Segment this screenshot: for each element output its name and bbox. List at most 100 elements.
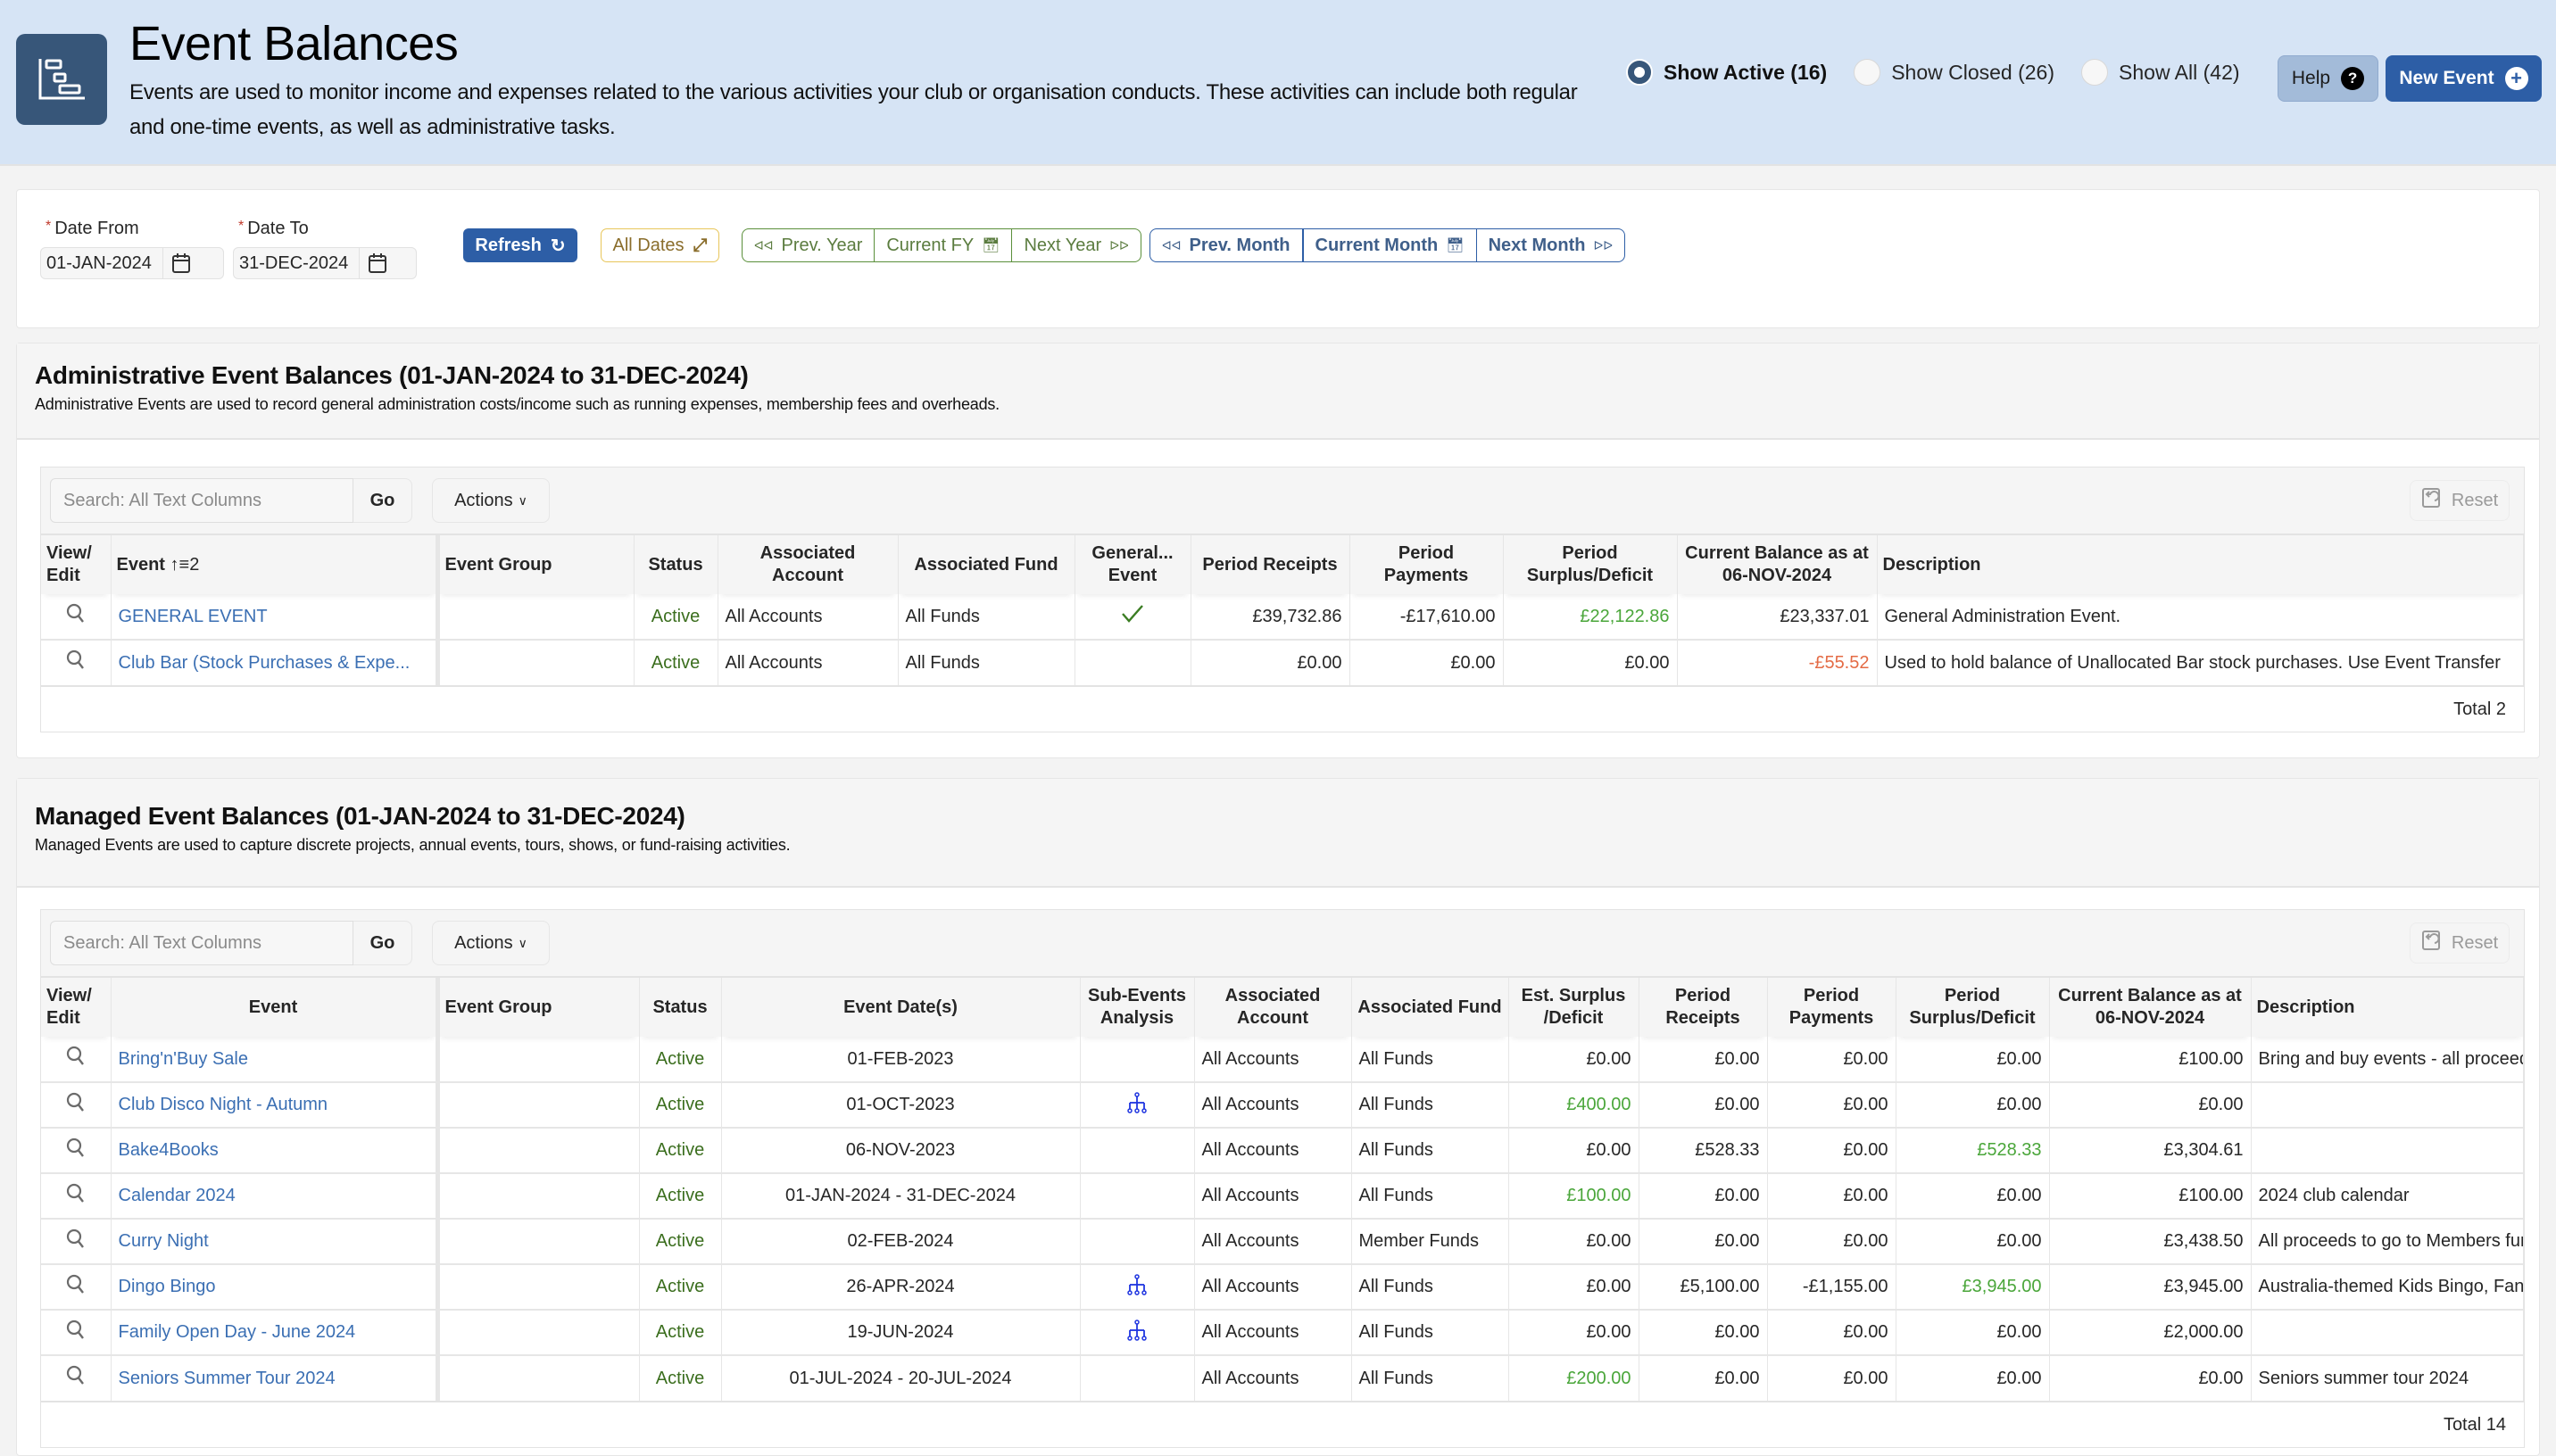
event-link[interactable]: Bake4Books <box>111 1127 440 1173</box>
col-header-associated-account[interactable]: Associated Account <box>1194 978 1352 1037</box>
table-row: Curry Night Active 02-FEB-2024 All Accounts… <box>41 1218 2524 1264</box>
current-fy-button[interactable]: Current FY 📅︎ <box>874 229 1011 261</box>
col-header-period-payments[interactable]: Period Payments <box>1349 535 1504 594</box>
magnifier-icon[interactable] <box>66 1365 86 1391</box>
col-header-associated-account[interactable]: Associated Account <box>718 535 899 594</box>
event-link[interactable]: Family Open Day - June 2024 <box>111 1309 440 1355</box>
col-header-current-balance[interactable]: Current Balance as at 06-NOV-2024 <box>1677 535 1878 594</box>
date-from-label: * Date From <box>46 219 139 238</box>
status-cell: Active <box>639 1354 722 1401</box>
col-header-period-surplus[interactable]: Period Surplus/Deficit <box>1503 535 1678 594</box>
event-link[interactable]: Bring'n'Buy Sale <box>111 1037 440 1082</box>
col-header-status[interactable]: Status <box>634 535 718 594</box>
current-month-button[interactable]: Current Month 📅︎ <box>1302 229 1476 261</box>
hierarchy-tree-icon[interactable] <box>1127 1091 1147 1118</box>
table-row: Seniors Summer Tour 2024 Active 01-JUL-202… <box>41 1354 2524 1401</box>
col-header-description[interactable]: Description <box>2251 978 2524 1037</box>
event-dates-cell: 01-FEB-2023 <box>721 1037 1081 1082</box>
hierarchy-tree-icon[interactable] <box>1127 1273 1147 1300</box>
magnifier-icon[interactable] <box>66 1274 86 1300</box>
est-surplus-cell: £0.00 <box>1508 1218 1639 1264</box>
col-header-general-event[interactable]: General... Event <box>1075 535 1191 594</box>
status-cell: Active <box>639 1309 722 1355</box>
calendar-icon[interactable] <box>360 252 395 274</box>
col-header-current-balance[interactable]: Current Balance as at 06-NOV-2024 <box>2049 978 2252 1037</box>
event-link[interactable]: GENERAL EVENT <box>111 594 440 640</box>
associated-account-cell: All Accounts <box>1194 1263 1352 1310</box>
radio-button-icon[interactable] <box>2081 59 2109 86</box>
col-header-view-edit[interactable]: View/ Edit <box>41 978 112 1037</box>
date-to-input[interactable]: 31-DEC-2024 <box>234 248 361 278</box>
col-header-sub-events-analysis[interactable]: Sub-Events Analysis <box>1080 978 1195 1037</box>
col-header-period-receipts[interactable]: Period Receipts <box>1639 978 1768 1037</box>
table-row: Bring'n'Buy Sale Active 01-FEB-2023 All Acc… <box>41 1037 2524 1082</box>
go-button[interactable]: Go <box>353 921 412 965</box>
hierarchy-tree-icon[interactable] <box>1127 1319 1147 1345</box>
search-input[interactable]: Search: All Text Columns <box>50 478 353 523</box>
reset-button[interactable]: Reset <box>2410 922 2510 964</box>
col-header-event[interactable]: Event <box>111 978 440 1037</box>
magnifier-icon[interactable] <box>66 603 86 629</box>
magnifier-icon[interactable] <box>66 1183 86 1209</box>
next-month-button[interactable]: Next Month ᐅᐅ <box>1475 229 1624 261</box>
event-link[interactable]: Club Bar (Stock Purchases & Expe... <box>111 639 440 685</box>
search-input[interactable]: Search: All Text Columns <box>50 921 353 965</box>
reset-button[interactable]: Reset <box>2410 480 2510 521</box>
admin-events-table: View/ Edit Event ↑≡2 Event Group Status … <box>41 535 2524 685</box>
event-link[interactable]: Club Disco Night - Autumn <box>111 1081 440 1128</box>
magnifier-icon[interactable] <box>66 1138 86 1163</box>
col-header-event-group[interactable]: Event Group <box>437 978 640 1037</box>
col-header-event[interactable]: Event ↑≡2 <box>111 535 440 594</box>
event-link[interactable]: Curry Night <box>111 1218 440 1264</box>
sub-events-cell <box>1080 1354 1195 1401</box>
col-header-period-receipts[interactable]: Period Receipts <box>1191 535 1350 594</box>
help-button[interactable]: Help ? <box>2278 55 2378 102</box>
sub-events-cell <box>1080 1081 1195 1128</box>
date-to-field[interactable]: 31-DEC-2024 <box>233 247 417 279</box>
period-payments-cell: £0.00 <box>1767 1037 1896 1082</box>
refresh-button[interactable]: Refresh ↻ <box>463 228 577 262</box>
event-dates-cell: 01-OCT-2023 <box>721 1081 1081 1128</box>
magnifier-icon[interactable] <box>66 649 86 675</box>
col-header-associated-fund[interactable]: Associated Fund <box>898 535 1075 594</box>
date-from-field[interactable]: 01-JAN-2024 <box>40 247 224 279</box>
event-link[interactable]: Dingo Bingo <box>111 1263 440 1310</box>
period-receipts-cell: £0.00 <box>1639 1081 1768 1128</box>
col-header-event-group[interactable]: Event Group <box>437 535 635 594</box>
col-header-status[interactable]: Status <box>639 978 722 1037</box>
status-cell: Active <box>634 594 718 640</box>
radio-show-all[interactable]: Show All (42) <box>2081 59 2240 86</box>
magnifier-icon[interactable] <box>66 1320 86 1345</box>
prev-year-button[interactable]: ᐊᐊ Prev. Year <box>743 229 874 261</box>
radio-show-closed[interactable]: Show Closed (26) <box>1854 59 2054 86</box>
actions-menu-button[interactable]: Actions ∨ <box>432 921 550 965</box>
prev-month-button[interactable]: ᐊᐊ Prev. Month <box>1150 229 1303 261</box>
col-header-period-payments[interactable]: Period Payments <box>1767 978 1896 1037</box>
col-header-associated-fund[interactable]: Associated Fund <box>1351 978 1509 1037</box>
event-link[interactable]: Seniors Summer Tour 2024 <box>111 1354 440 1401</box>
col-header-view-edit[interactable]: View/ Edit <box>41 535 112 594</box>
magnifier-icon[interactable] <box>66 1092 86 1118</box>
magnifier-icon[interactable] <box>66 1228 86 1254</box>
est-surplus-cell: £100.00 <box>1508 1172 1639 1219</box>
all-dates-button[interactable]: All Dates ⤢ <box>601 228 719 262</box>
radio-button-icon[interactable] <box>1854 59 1881 86</box>
col-header-period-surplus[interactable]: Period Surplus/Deficit <box>1896 978 2050 1037</box>
current-balance-cell: £3,945.00 <box>2049 1263 2252 1310</box>
radio-show-active[interactable]: Show Active (16) <box>1626 59 1827 86</box>
next-year-button[interactable]: Next Year ᐅᐅ <box>1011 229 1140 261</box>
event-link[interactable]: Calendar 2024 <box>111 1172 440 1219</box>
date-from-input[interactable]: 01-JAN-2024 <box>41 248 163 278</box>
col-header-est-surplus[interactable]: Est. Surplus /Deficit <box>1508 978 1639 1037</box>
new-event-button[interactable]: New Event + <box>2386 55 2542 102</box>
magnifier-icon[interactable] <box>66 1046 86 1071</box>
radio-button-icon[interactable] <box>1626 59 1653 86</box>
col-header-event-dates[interactable]: Event Date(s) <box>721 978 1081 1037</box>
go-button[interactable]: Go <box>353 478 412 523</box>
col-header-description[interactable]: Description <box>1877 535 2524 594</box>
calendar-icon[interactable] <box>163 252 199 274</box>
region-header: Administrative Event Balances (01-JAN-20… <box>17 343 2539 440</box>
admin-table-body: GENERAL EVENT Active All Accounts All Funds… <box>41 594 2524 685</box>
actions-menu-button[interactable]: Actions ∨ <box>432 478 550 523</box>
sub-events-cell <box>1080 1218 1195 1264</box>
